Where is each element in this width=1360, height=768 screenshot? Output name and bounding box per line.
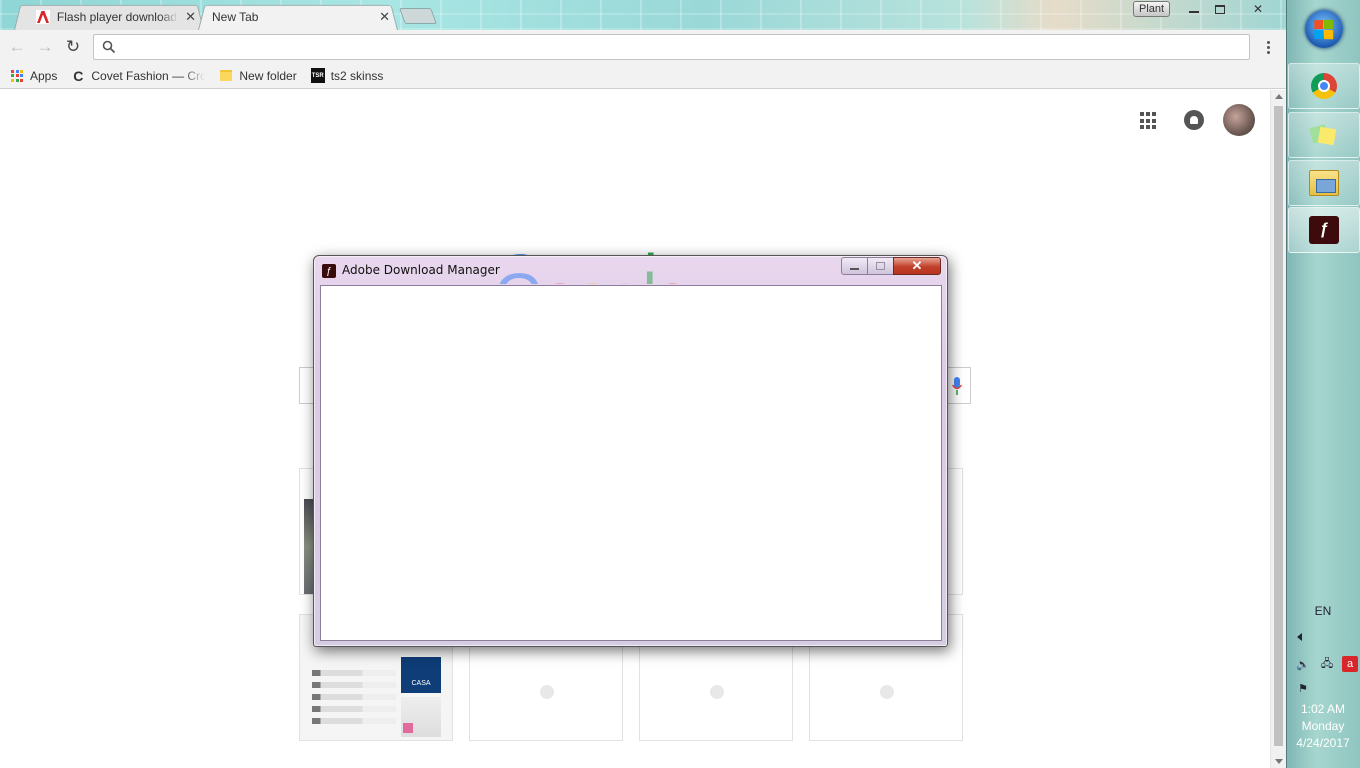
dialog-minimize-button[interactable] bbox=[841, 257, 868, 275]
bookmark-new-folder[interactable]: New folder bbox=[219, 68, 297, 83]
adobe-flash-icon: ƒ bbox=[1309, 216, 1339, 244]
bookmark-apps[interactable]: Apps bbox=[10, 69, 57, 83]
new-tab-button[interactable] bbox=[399, 8, 437, 24]
arrow-right-icon: → bbox=[36, 37, 54, 56]
folder-icon bbox=[219, 69, 233, 83]
reload-icon: ↻ bbox=[65, 37, 81, 56]
adobe-flash-icon: ƒ bbox=[322, 264, 336, 278]
page-scrollbar[interactable] bbox=[1270, 90, 1286, 768]
network-icon[interactable]: 🖧 bbox=[1319, 656, 1335, 672]
forward-button[interactable]: → bbox=[34, 36, 56, 58]
file-explorer-icon bbox=[1309, 170, 1339, 196]
minimize-icon bbox=[1189, 11, 1199, 13]
clock-time: 1:02 AM bbox=[1300, 702, 1346, 716]
bookmark-label: Covet Fashion — Crow bbox=[91, 68, 206, 83]
taskbar-file-explorer[interactable] bbox=[1288, 160, 1360, 206]
apps-grid-icon bbox=[10, 69, 24, 83]
action-center-flag-icon[interactable]: ⚑ bbox=[1295, 680, 1311, 696]
minimize-button[interactable] bbox=[1181, 0, 1207, 18]
bookmark-label: Apps bbox=[30, 68, 58, 83]
taskbar-sticky-notes[interactable] bbox=[1288, 112, 1360, 158]
covet-icon: C bbox=[73, 67, 84, 84]
sticky-notes-icon bbox=[1309, 124, 1337, 146]
bookmarks-bar: Apps C Covet Fashion — Crow New folder T… bbox=[0, 63, 1286, 89]
chrome-menu-button[interactable] bbox=[1258, 37, 1278, 57]
taskbar-adobe-flash[interactable]: ƒ bbox=[1288, 207, 1360, 253]
tab-strip: Flash player download: d ✕ New Tab ✕ Pla… bbox=[0, 0, 1286, 30]
close-window-button[interactable]: ✕ bbox=[1233, 0, 1283, 18]
search-icon bbox=[102, 40, 116, 54]
taskbar-chrome[interactable] bbox=[1288, 63, 1360, 109]
profile-badge[interactable]: Plant bbox=[1133, 1, 1171, 17]
tab-close-icon[interactable]: ✕ bbox=[379, 9, 390, 25]
back-button[interactable]: ← bbox=[6, 36, 28, 58]
dialog-title: Adobe Download Manager bbox=[342, 263, 500, 277]
tab-flash-download[interactable]: Flash player download: d ✕ bbox=[14, 3, 204, 30]
restore-icon bbox=[1215, 4, 1225, 14]
bookmark-label: New folder bbox=[239, 68, 297, 83]
dialog-maximize-button[interactable] bbox=[867, 257, 894, 275]
tab-close-icon[interactable]: ✕ bbox=[185, 9, 196, 25]
tab-new-tab[interactable]: New Tab ✕ bbox=[198, 3, 398, 30]
address-input[interactable] bbox=[124, 38, 1224, 56]
google-apps-icon[interactable] bbox=[1140, 112, 1158, 130]
scrollbar-thumb[interactable] bbox=[1274, 106, 1283, 746]
reload-button[interactable]: ↻ bbox=[62, 36, 84, 58]
scroll-up-icon[interactable] bbox=[1275, 94, 1283, 99]
arrow-left-icon: ← bbox=[8, 37, 26, 56]
bookmark-label: ts2 skinss bbox=[330, 68, 384, 83]
dialog-content-area bbox=[320, 285, 942, 641]
volume-icon[interactable]: 🔈 bbox=[1295, 656, 1311, 672]
start-button[interactable] bbox=[1305, 8, 1343, 50]
tab-title: New Tab bbox=[212, 9, 259, 24]
notifications-bell-icon[interactable] bbox=[1184, 110, 1204, 130]
avira-icon[interactable]: a bbox=[1342, 656, 1358, 672]
microphone-icon[interactable] bbox=[952, 377, 962, 395]
clock-date: 4/24/2017 bbox=[1296, 736, 1350, 750]
dialog-close-button[interactable]: ✕ bbox=[893, 257, 941, 275]
minimize-icon bbox=[850, 267, 859, 270]
tab-title: Flash player download: d bbox=[56, 9, 178, 24]
show-hidden-icons-icon[interactable] bbox=[1297, 633, 1302, 641]
language-indicator[interactable]: EN bbox=[1287, 604, 1359, 618]
adobe-download-manager-window: Google ƒ Adobe Download Manager ✕ bbox=[313, 255, 948, 647]
chrome-icon bbox=[1311, 73, 1337, 99]
adobe-icon bbox=[36, 9, 51, 25]
scroll-down-icon[interactable] bbox=[1275, 759, 1283, 764]
clock-day: Monday bbox=[1301, 719, 1345, 733]
bookmark-covet-fashion[interactable]: C Covet Fashion — Crow bbox=[71, 67, 206, 84]
system-clock[interactable]: 1:02 AM Monday 4/24/2017 bbox=[1287, 701, 1359, 752]
restore-button[interactable] bbox=[1207, 0, 1233, 18]
close-icon: ✕ bbox=[911, 258, 923, 273]
windows-taskbar: ƒ EN 🔈 🖧 a ⚑ 1:02 AM Monday 4/24/2017 bbox=[1286, 0, 1360, 768]
maximize-icon bbox=[876, 262, 885, 270]
close-icon: ✕ bbox=[1252, 2, 1264, 16]
browser-toolbar: ← → ↻ bbox=[0, 30, 1286, 63]
casa-logo: CASA bbox=[401, 657, 441, 693]
tsr-icon: TSR bbox=[310, 68, 325, 83]
bookmark-ts2-skinss[interactable]: TSR ts2 skinss bbox=[310, 68, 384, 83]
address-bar[interactable] bbox=[93, 34, 1250, 60]
account-avatar[interactable] bbox=[1223, 104, 1255, 136]
